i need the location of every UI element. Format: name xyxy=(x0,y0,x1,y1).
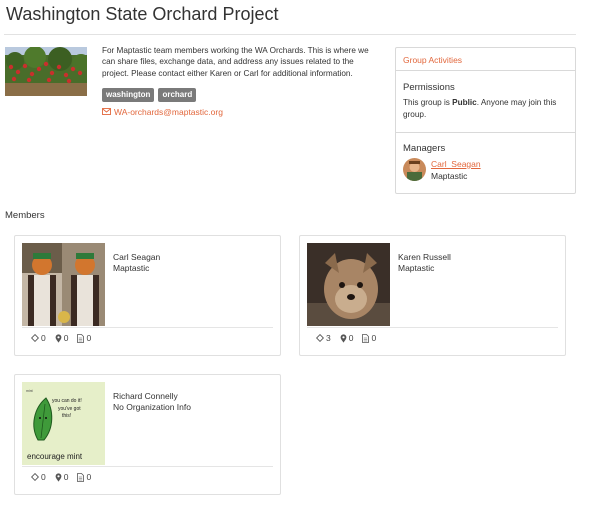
stat-diamond: 0 xyxy=(31,472,46,482)
permissions-title: Permissions xyxy=(403,82,455,93)
map-pin-icon xyxy=(55,333,62,343)
tag-orchard[interactable]: orchard xyxy=(158,88,197,102)
tag-washington[interactable]: washington xyxy=(102,88,155,102)
group-email: WA-orchards@maptastic.org xyxy=(114,107,223,117)
group-email-link[interactable]: WA-orchards@maptastic.org xyxy=(102,107,223,117)
card-divider xyxy=(22,466,273,467)
stat-diamond: 0 xyxy=(31,333,46,343)
envelope-icon xyxy=(102,107,111,117)
managers-title: Managers xyxy=(403,143,446,154)
document-icon xyxy=(362,333,370,343)
page-title: Washington State Orchard Project xyxy=(6,4,279,24)
member-name[interactable]: Richard Connelly xyxy=(113,391,178,401)
document-icon xyxy=(77,333,85,343)
stat-diamond: 3 xyxy=(316,333,331,343)
svg-text:you've got: you've got xyxy=(58,406,81,412)
card-divider xyxy=(22,327,273,328)
stat-doc: 0 xyxy=(77,333,91,343)
member-stats: 0 0 0 xyxy=(31,472,91,482)
member-org: Maptastic xyxy=(398,263,435,273)
member-org: Maptastic xyxy=(113,263,150,273)
card-divider xyxy=(307,327,558,328)
member-name[interactable]: Carl Seagan xyxy=(113,252,160,262)
member-org: No Organization Info xyxy=(113,402,191,412)
stat-doc: 0 xyxy=(77,472,91,482)
diamond-icon xyxy=(31,473,39,481)
members-heading: Members xyxy=(5,210,45,221)
diamond-icon xyxy=(31,334,39,342)
permissions-text: This group is Public. Anyone may join th… xyxy=(403,98,557,119)
svg-text:this!: this! xyxy=(62,413,71,419)
member-card[interactable]: Karen Russell Maptastic 3 0 0 xyxy=(299,235,566,356)
tag-list: washington orchard xyxy=(102,88,197,102)
stat-pin: 0 xyxy=(340,333,353,343)
member-stats: 3 0 0 xyxy=(316,333,376,343)
stat-pin: 0 xyxy=(55,472,68,482)
member-photo xyxy=(307,243,390,326)
group-description: For Maptastic team members working the W… xyxy=(102,46,369,78)
stat-pin: 0 xyxy=(55,333,68,343)
map-pin-icon xyxy=(55,472,62,482)
svg-text:you can do it!: you can do it! xyxy=(52,398,82,404)
svg-text:encourage mint: encourage mint xyxy=(27,452,83,461)
member-photo: mint you can do it! you've got this! enc… xyxy=(22,382,105,465)
diamond-icon xyxy=(316,334,324,342)
group-sidebar-panel: Group Activities Permissions This group … xyxy=(395,47,576,194)
map-pin-icon xyxy=(340,333,347,343)
manager-avatar[interactable] xyxy=(403,158,426,181)
member-card[interactable]: Carl Seagan Maptastic 0 0 0 xyxy=(14,235,281,356)
member-stats: 0 0 0 xyxy=(31,333,91,343)
group-activities-link[interactable]: Group Activities xyxy=(403,55,462,65)
member-photo xyxy=(22,243,105,326)
permissions-section: Permissions This group is Public. Anyone… xyxy=(396,70,575,133)
svg-text:mint: mint xyxy=(26,389,33,393)
member-name[interactable]: Karen Russell xyxy=(398,252,451,262)
manager-org: Maptastic xyxy=(431,171,468,181)
manager-name-link[interactable]: Carl_Seagan xyxy=(431,159,481,169)
group-image xyxy=(5,47,87,96)
title-divider xyxy=(4,34,576,35)
document-icon xyxy=(77,472,85,482)
member-card[interactable]: mint you can do it! you've got this! enc… xyxy=(14,374,281,495)
managers-section: Managers Carl_Seagan Maptastic xyxy=(396,132,575,193)
stat-doc: 0 xyxy=(362,333,376,343)
permissions-public: Public xyxy=(452,98,477,107)
